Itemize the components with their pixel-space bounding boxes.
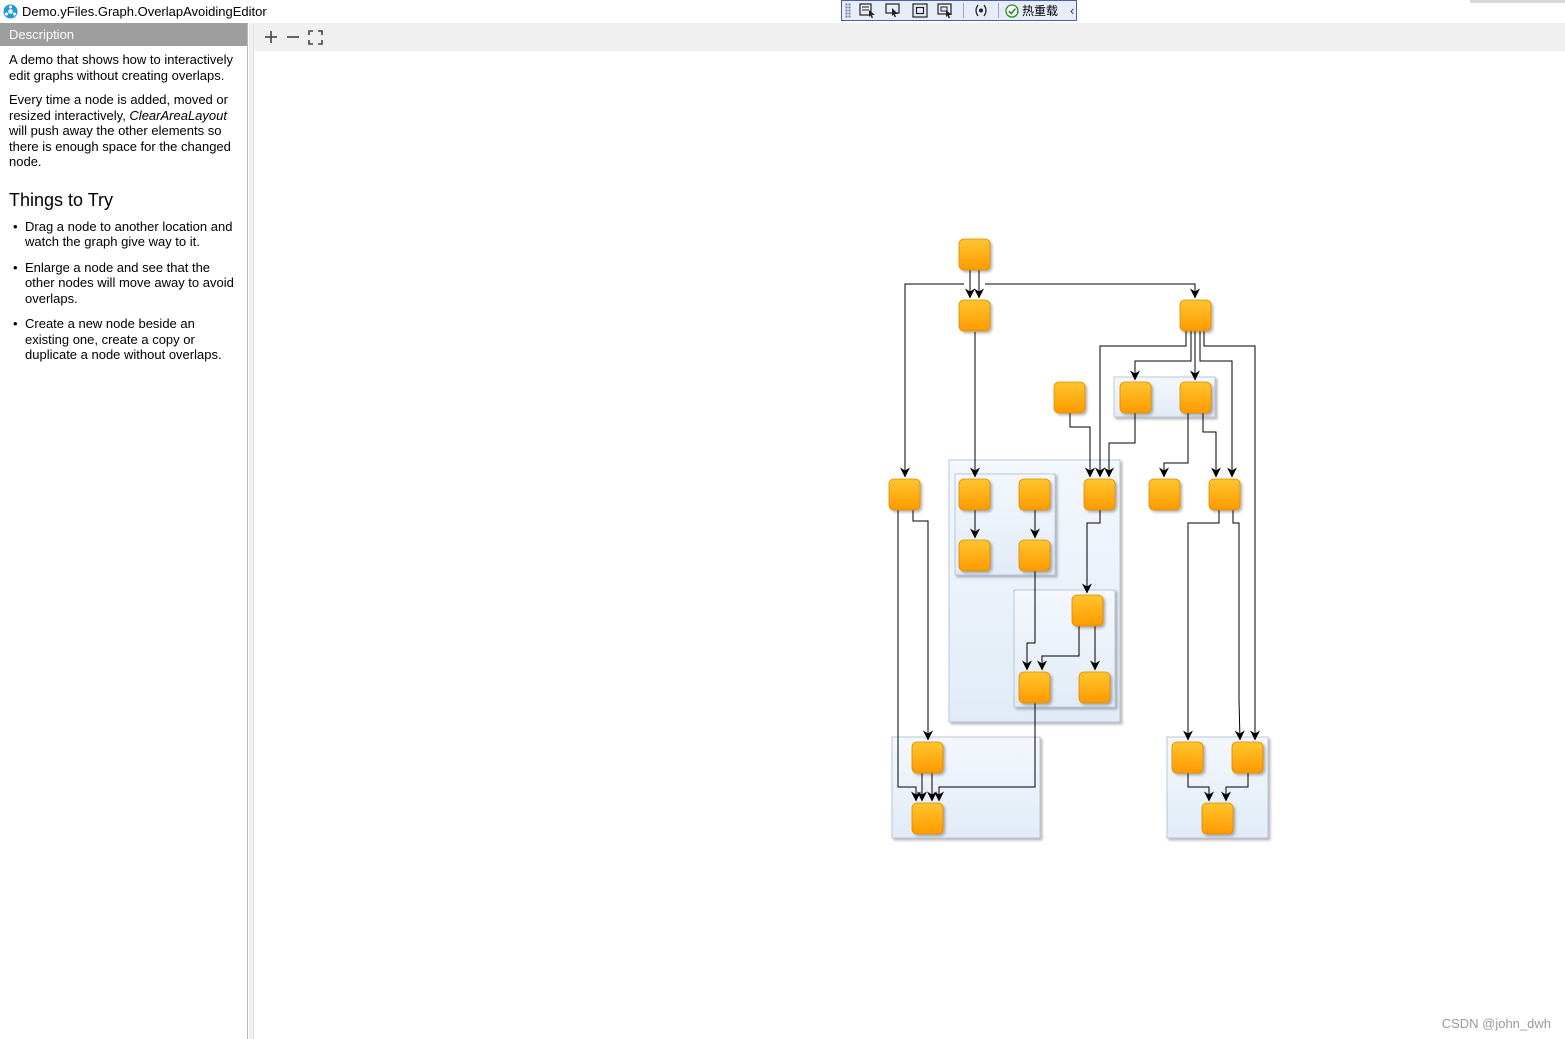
graph-node[interactable] xyxy=(1053,381,1086,414)
graph-node[interactable] xyxy=(1083,478,1116,511)
app-window: Demo.yFiles.Graph.OverlapAvoidingEditor xyxy=(0,0,1565,1039)
window-title: Demo.yFiles.Graph.OverlapAvoidingEditor xyxy=(22,4,267,19)
things-to-try-heading: Things to Try xyxy=(9,189,114,210)
pointer-select-button[interactable] xyxy=(883,2,905,19)
binding-failures-icon xyxy=(975,4,987,17)
graph-node[interactable] xyxy=(1179,381,1212,414)
edge[interactable] xyxy=(1130,331,1192,381)
graph-node[interactable] xyxy=(911,741,944,774)
graph-node[interactable] xyxy=(1018,671,1051,704)
zoom-in-icon xyxy=(265,31,277,43)
pointer-select-icon xyxy=(885,3,900,17)
title-bar-edge xyxy=(1470,0,1565,3)
list-item: Create a new node beside an existing one… xyxy=(9,316,239,363)
edge[interactable] xyxy=(1232,510,1245,741)
hot-reload-button[interactable]: 热重载 xyxy=(1022,2,1058,19)
edge[interactable] xyxy=(1202,413,1221,478)
description-paragraph: Every time a node is added, moved or res… xyxy=(9,92,239,170)
graph-node[interactable] xyxy=(1018,539,1051,572)
things-to-try-list: Drag a node to another location and watc… xyxy=(9,219,239,363)
display-layout-adorners-icon xyxy=(912,3,928,18)
graph-node[interactable] xyxy=(911,802,944,835)
graph-node[interactable] xyxy=(1018,478,1051,511)
list-item: Drag a node to another location and watc… xyxy=(9,219,239,250)
graph-node[interactable] xyxy=(1119,381,1152,414)
graph-node[interactable] xyxy=(1179,299,1212,332)
graph-node[interactable] xyxy=(1231,741,1264,774)
edge[interactable] xyxy=(912,510,933,741)
canvas-toolbar xyxy=(254,23,1565,51)
layout-adorners-button[interactable] xyxy=(909,2,931,19)
edge[interactable] xyxy=(1159,413,1189,478)
xaml-debug-toolbar: 热重载 ‹ xyxy=(841,0,1077,21)
graph[interactable] xyxy=(254,51,1565,1039)
watermark: CSDN @john_dwh xyxy=(1441,1016,1551,1031)
graph-node[interactable] xyxy=(1148,478,1181,511)
sidebar-content: A demo that shows how to interactively e… xyxy=(0,46,247,363)
list-item: Enlarge a node and see that the other no… xyxy=(9,260,239,307)
title-bar: Demo.yFiles.Graph.OverlapAvoidingEditor xyxy=(0,0,1565,23)
graph-node[interactable] xyxy=(1201,802,1234,835)
graph-canvas[interactable]: CSDN @john_dwh xyxy=(254,51,1565,1039)
edge[interactable] xyxy=(900,283,964,478)
edge[interactable] xyxy=(1183,510,1220,741)
binding-failures-button[interactable] xyxy=(970,2,992,19)
description-paragraph: A demo that shows how to interactively e… xyxy=(9,52,234,83)
zoom-out-button[interactable] xyxy=(282,26,304,48)
app-icon xyxy=(3,4,18,19)
graph-node[interactable] xyxy=(1078,671,1111,704)
sidebar-header: Description xyxy=(0,23,247,46)
text: will push away the other elements so the… xyxy=(9,123,231,169)
graph-node[interactable] xyxy=(958,299,991,332)
fit-content-button[interactable] xyxy=(304,26,326,48)
graph-node[interactable] xyxy=(958,478,991,511)
graph-node[interactable] xyxy=(1208,478,1241,511)
track-focused-element-button[interactable] xyxy=(935,2,957,19)
toolbar-separator xyxy=(998,3,999,18)
toolbar-separator xyxy=(963,3,964,18)
description-sidebar: Description A demo that shows how to int… xyxy=(0,23,248,1039)
graph-node[interactable] xyxy=(958,539,991,572)
select-element-button[interactable] xyxy=(857,2,879,19)
zoom-out-icon xyxy=(287,36,299,38)
graph-node[interactable] xyxy=(888,478,921,511)
class-name: ClearAreaLayout xyxy=(129,107,227,123)
graph-node[interactable] xyxy=(1071,594,1104,627)
zoom-in-button[interactable] xyxy=(260,26,282,48)
fit-content-icon xyxy=(307,29,323,45)
graph-node[interactable] xyxy=(1171,741,1204,774)
hot-reload-check-icon xyxy=(1005,3,1019,18)
select-element-icon xyxy=(859,3,875,18)
track-focused-element-icon xyxy=(937,3,952,18)
edge[interactable] xyxy=(985,283,1200,299)
collapse-chevron-icon[interactable]: ‹ xyxy=(1070,3,1074,18)
graph-node[interactable] xyxy=(958,238,991,271)
toolbar-grip[interactable] xyxy=(845,3,851,18)
